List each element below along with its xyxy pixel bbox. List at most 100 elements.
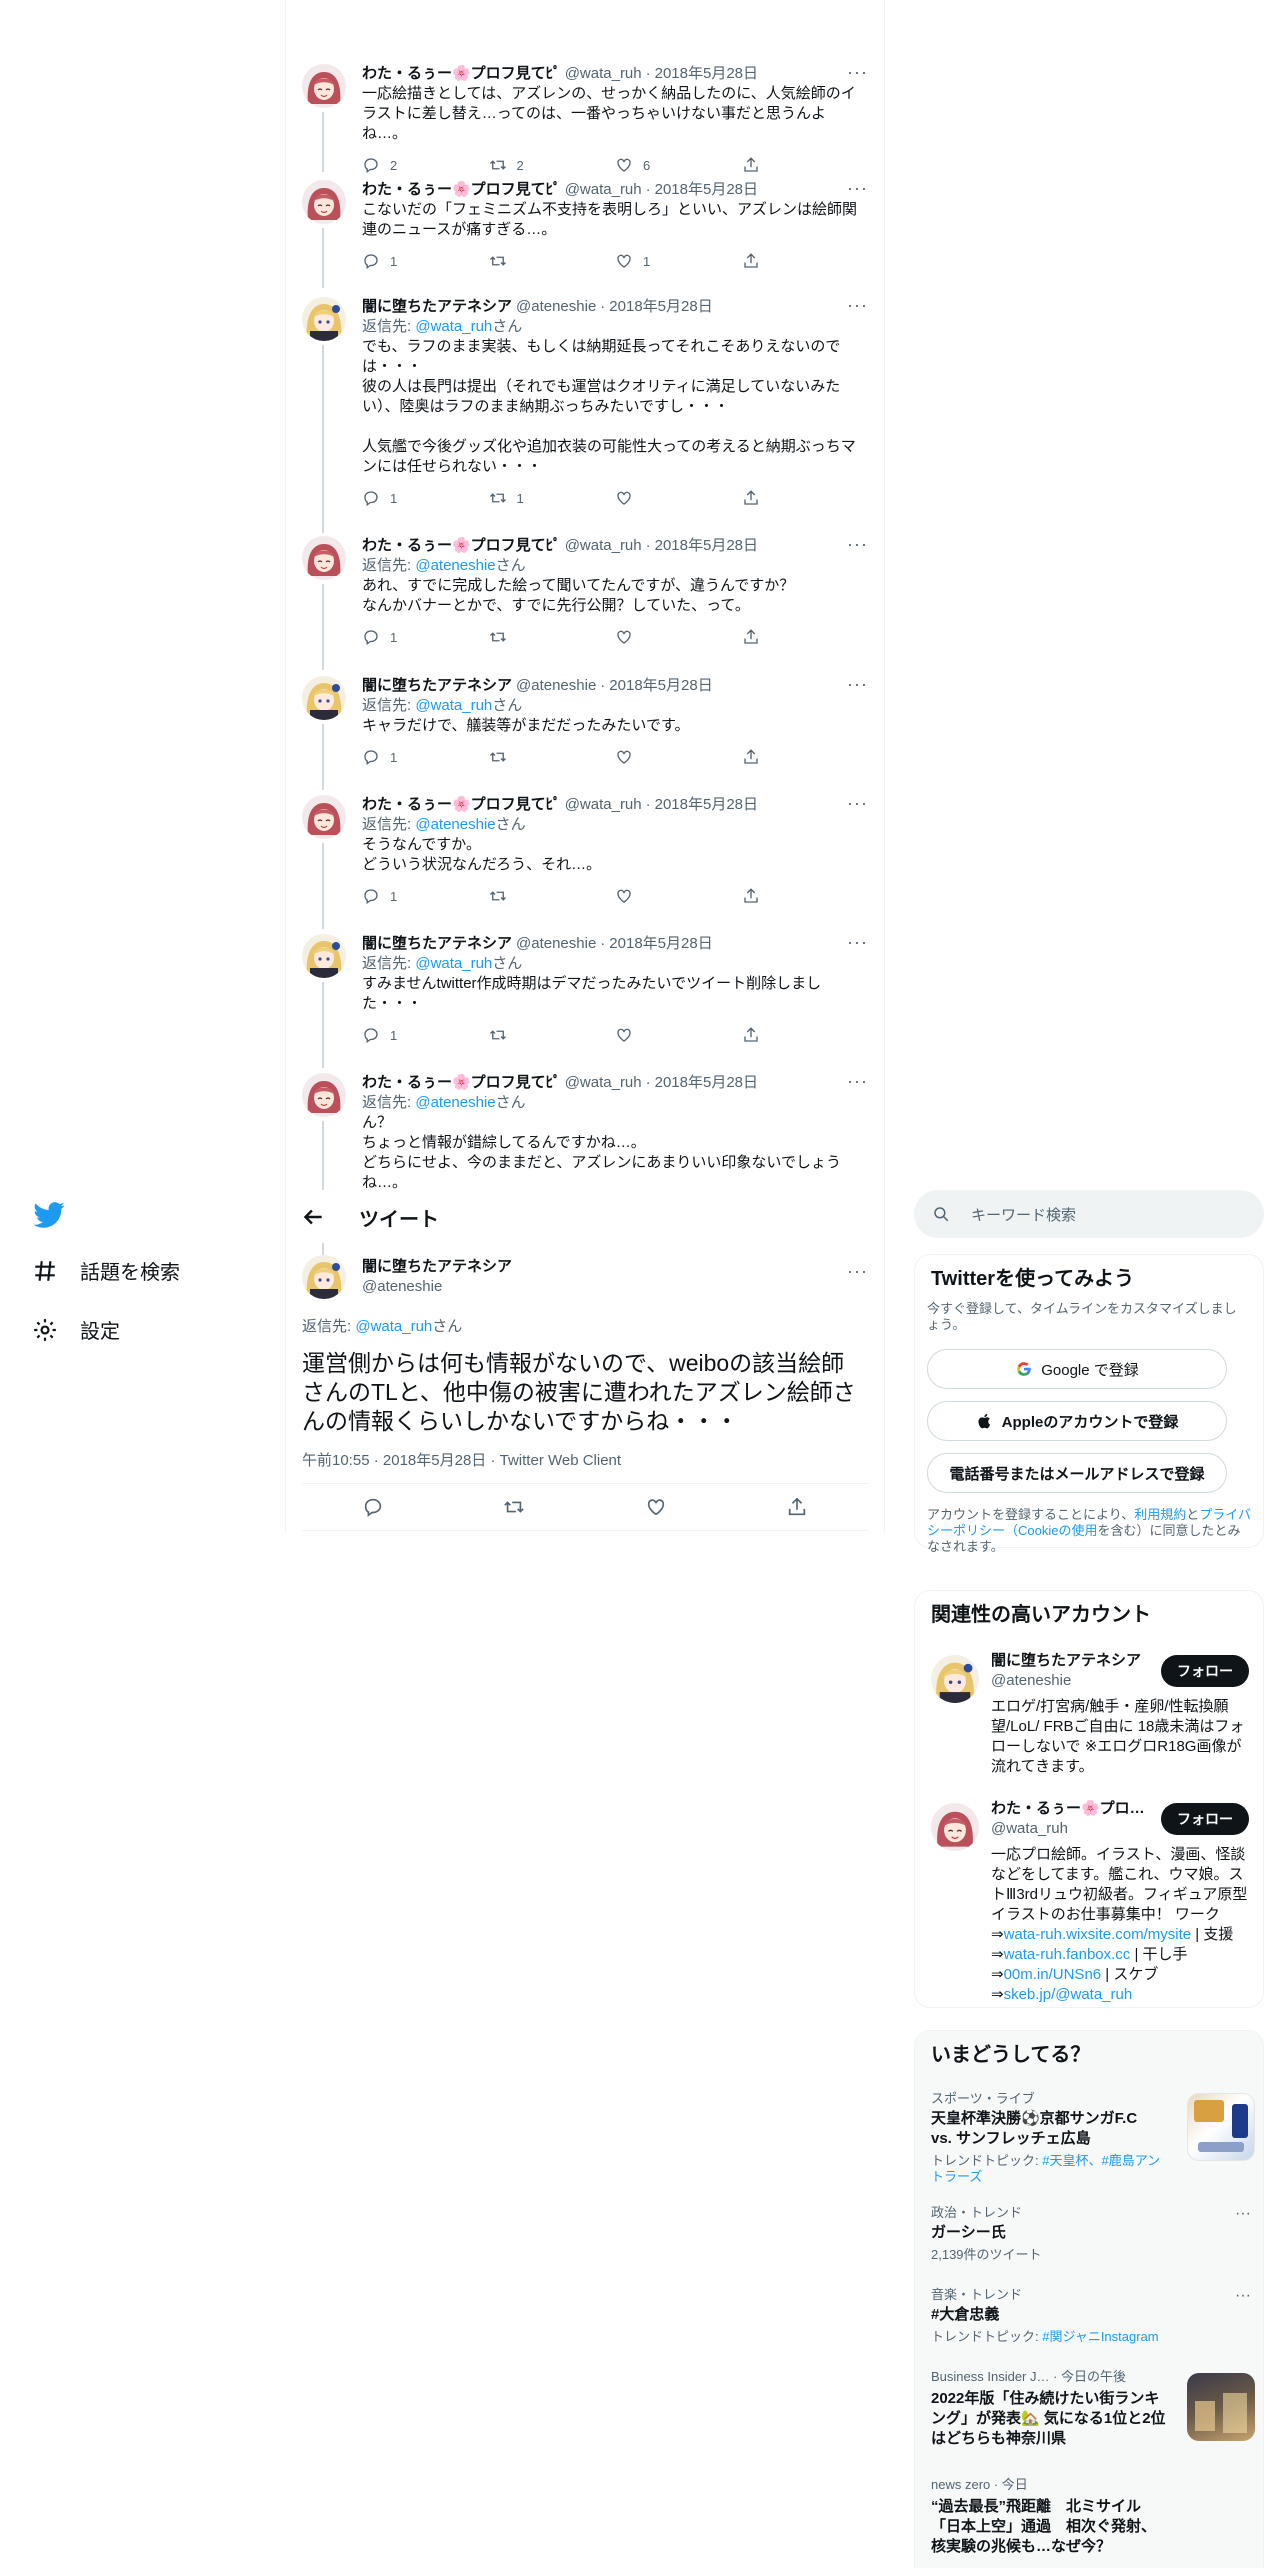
trend-item[interactable]: Business Insider J… · 今日の午後 2022年版「住み続けた…	[931, 2369, 1255, 2469]
share-button[interactable]	[742, 489, 869, 507]
trend-item[interactable]: 政治・トレンド ガーシー氏 2,139件のツイート ···	[931, 2205, 1251, 2275]
author-name[interactable]: わた・るぅー🌸プロフ見てﾋﾟ	[362, 180, 561, 200]
avatar[interactable]	[302, 64, 346, 108]
apple-signup-button[interactable]: Appleのアカウントで登録	[927, 1401, 1227, 1441]
reply-to-link[interactable]: @wata_ruh	[415, 318, 492, 335]
tweet-date[interactable]: 2018年5月28日	[609, 676, 712, 696]
account-name[interactable]: わた・るぅー🌸プロ…	[991, 1799, 1151, 1819]
retweet-button[interactable]	[489, 252, 616, 270]
more-icon[interactable]: ···	[1235, 2287, 1251, 2305]
reply-button[interactable]: 1	[362, 1026, 489, 1044]
account-name[interactable]: 闇に堕ちたアテネシア	[991, 1651, 1151, 1671]
avatar[interactable]	[302, 795, 346, 839]
nav-settings[interactable]: 設定	[32, 1315, 120, 1344]
author-name[interactable]: 闇に堕ちたアテネシア	[362, 676, 512, 696]
more-icon[interactable]: ···	[847, 63, 868, 81]
tweet-date[interactable]: 2018年5月28日	[655, 1073, 758, 1093]
tweet-time[interactable]: 午前10:55	[302, 1452, 370, 1469]
retweet-button[interactable]	[489, 1026, 616, 1044]
reply-to-link[interactable]: @ateneshie	[415, 1094, 495, 1111]
bio-link[interactable]: skeb.jp/@wata_ruh	[1004, 1986, 1133, 2003]
bio-link[interactable]: wata-ruh.fanbox.cc	[1004, 1946, 1131, 1963]
reply-button[interactable]: 1	[362, 748, 489, 766]
author-handle[interactable]: @wata_ruh	[565, 64, 642, 84]
terms-link[interactable]: 利用規約	[1134, 1507, 1186, 1522]
like-button[interactable]	[615, 887, 742, 905]
more-icon[interactable]: ···	[847, 1072, 868, 1090]
retweet-button[interactable]	[489, 628, 616, 646]
tweet-date[interactable]: 2018年5月28日	[655, 64, 758, 84]
account-item[interactable]: 闇に堕ちたアテネシア @ateneshie フォロー エロゲ/打宮病/触手・産卵…	[915, 1647, 1265, 1787]
trend-item[interactable]: 音楽・トレンド #大倉忠義 トレンドトピック: #関ジャニInstagram ·…	[931, 2287, 1251, 2357]
retweet-button[interactable]	[489, 748, 616, 766]
reply-to-link[interactable]: @wata_ruh	[415, 697, 492, 714]
reply-to-link[interactable]: @ateneshie	[415, 816, 495, 833]
like-button[interactable]	[615, 1026, 742, 1044]
avatar[interactable]	[931, 1803, 979, 1851]
trend-item[interactable]: news zero · 今日 “過去最長”飛距離 北ミサイル「日本上空」通過 相…	[931, 2477, 1251, 2568]
avatar[interactable]	[302, 1073, 346, 1117]
author-handle[interactable]: @wata_ruh	[565, 1073, 642, 1093]
share-button[interactable]	[742, 252, 869, 270]
phone-signup-button[interactable]: 電話番号またはメールアドレスで登録	[927, 1453, 1227, 1493]
thread-tweet[interactable]: 闇に堕ちたアテネシア @ateneshie · 2018年5月28日 ··· 返信先:…	[286, 926, 884, 1068]
retweet-icon[interactable]	[503, 1496, 525, 1518]
more-icon[interactable]: ···	[847, 675, 868, 693]
thread-tweet[interactable]: 闇に堕ちたアテネシア @ateneshie · 2018年5月28日 ··· 返信先:…	[286, 289, 884, 533]
share-button[interactable]	[742, 1026, 869, 1044]
author-name[interactable]: わた・るぅー🌸プロフ見てﾋﾟ	[362, 64, 561, 84]
more-icon[interactable]: ···	[847, 1262, 868, 1280]
avatar[interactable]	[302, 536, 346, 580]
thread-tweet[interactable]: わた・るぅー🌸プロフ見てﾋﾟ @wata_ruh · 2018年5月28日 ··· 返…	[286, 528, 884, 670]
more-icon[interactable]: ···	[847, 179, 868, 197]
avatar[interactable]	[302, 934, 346, 978]
more-icon[interactable]: ···	[847, 535, 868, 553]
author-handle[interactable]: @wata_ruh	[565, 536, 642, 556]
author-name[interactable]: わた・るぅー🌸プロフ見てﾋﾟ	[362, 536, 561, 556]
retweet-button[interactable]	[489, 887, 616, 905]
account-handle[interactable]: @wata_ruh	[991, 1819, 1151, 1839]
like-button[interactable]: 1	[615, 252, 742, 270]
more-icon[interactable]: ···	[847, 794, 868, 812]
avatar[interactable]	[302, 676, 346, 720]
author-handle[interactable]: @ateneshie	[362, 1277, 512, 1297]
trend-item[interactable]: スポーツ・ライブ 天皇杯準決勝⚽京都サンガF.C vs. サンフレッチェ広島 ト…	[931, 2091, 1255, 2191]
nav-explore[interactable]: 話題を検索	[32, 1256, 180, 1285]
share-button[interactable]	[742, 748, 869, 766]
avatar[interactable]	[302, 180, 346, 224]
author-name[interactable]: 闇に堕ちたアテネシア	[362, 1257, 512, 1277]
google-signup-button[interactable]: Google で登録	[927, 1349, 1227, 1389]
tweet-date[interactable]: 2018年5月28日	[655, 795, 758, 815]
thread-tweet[interactable]: 闇に堕ちたアテネシア @ateneshie · 2018年5月28日 ··· 返信先:…	[286, 668, 884, 790]
search-input[interactable]: キーワード検索	[914, 1190, 1264, 1238]
thread-tweet[interactable]: わた・るぅー🌸プロフ見てﾋﾟ @wata_ruh · 2018年5月28日 ··· 返…	[286, 1065, 884, 1190]
reply-button[interactable]: 1	[362, 489, 489, 507]
thread-tweet[interactable]: わた・るぅー🌸プロフ見てﾋﾟ @wata_ruh · 2018年5月28日 ··· こ…	[286, 172, 884, 288]
like-button[interactable]	[615, 628, 742, 646]
author-name[interactable]: 闇に堕ちたアテネシア	[362, 934, 512, 954]
thread-tweet[interactable]: わた・るぅー🌸プロフ見てﾋﾟ @wata_ruh · 2018年5月28日 ··· 一…	[286, 56, 884, 168]
tweet-date[interactable]: 2018年5月28日	[655, 536, 758, 556]
account-item[interactable]: わた・るぅー🌸プロ… @wata_ruh フォロー 一応プロ絵師。イラスト、漫画…	[915, 1795, 1265, 2005]
author-name[interactable]: わた・るぅー🌸プロフ見てﾋﾟ	[362, 1073, 561, 1093]
author-handle[interactable]: @ateneshie	[516, 934, 596, 954]
author-handle[interactable]: @ateneshie	[516, 676, 596, 696]
retweet-button[interactable]: 1	[489, 489, 616, 507]
share-button[interactable]	[742, 628, 869, 646]
author-name[interactable]: 闇に堕ちたアテネシア	[362, 297, 512, 317]
bio-link[interactable]: 00m.in/UNSn6	[1004, 1966, 1102, 1983]
follow-button[interactable]: フォロー	[1161, 1655, 1249, 1687]
reply-to-link[interactable]: @ateneshie	[415, 557, 495, 574]
tweet-date[interactable]: 2018年5月28日	[655, 180, 758, 200]
like-button[interactable]	[615, 748, 742, 766]
avatar[interactable]	[931, 1655, 979, 1703]
reply-button[interactable]: 1	[362, 252, 489, 270]
account-handle[interactable]: @ateneshie	[991, 1671, 1151, 1691]
author-name[interactable]: わた・るぅー🌸プロフ見てﾋﾟ	[362, 795, 561, 815]
more-icon[interactable]: ···	[847, 296, 868, 314]
like-button[interactable]	[615, 489, 742, 507]
avatar[interactable]	[302, 1255, 346, 1299]
reply-button[interactable]: 1	[362, 628, 489, 646]
reply-icon[interactable]	[362, 1496, 384, 1518]
thread-tweet[interactable]: わた・るぅー🌸プロフ見てﾋﾟ @wata_ruh · 2018年5月28日 ··· 返…	[286, 787, 884, 929]
